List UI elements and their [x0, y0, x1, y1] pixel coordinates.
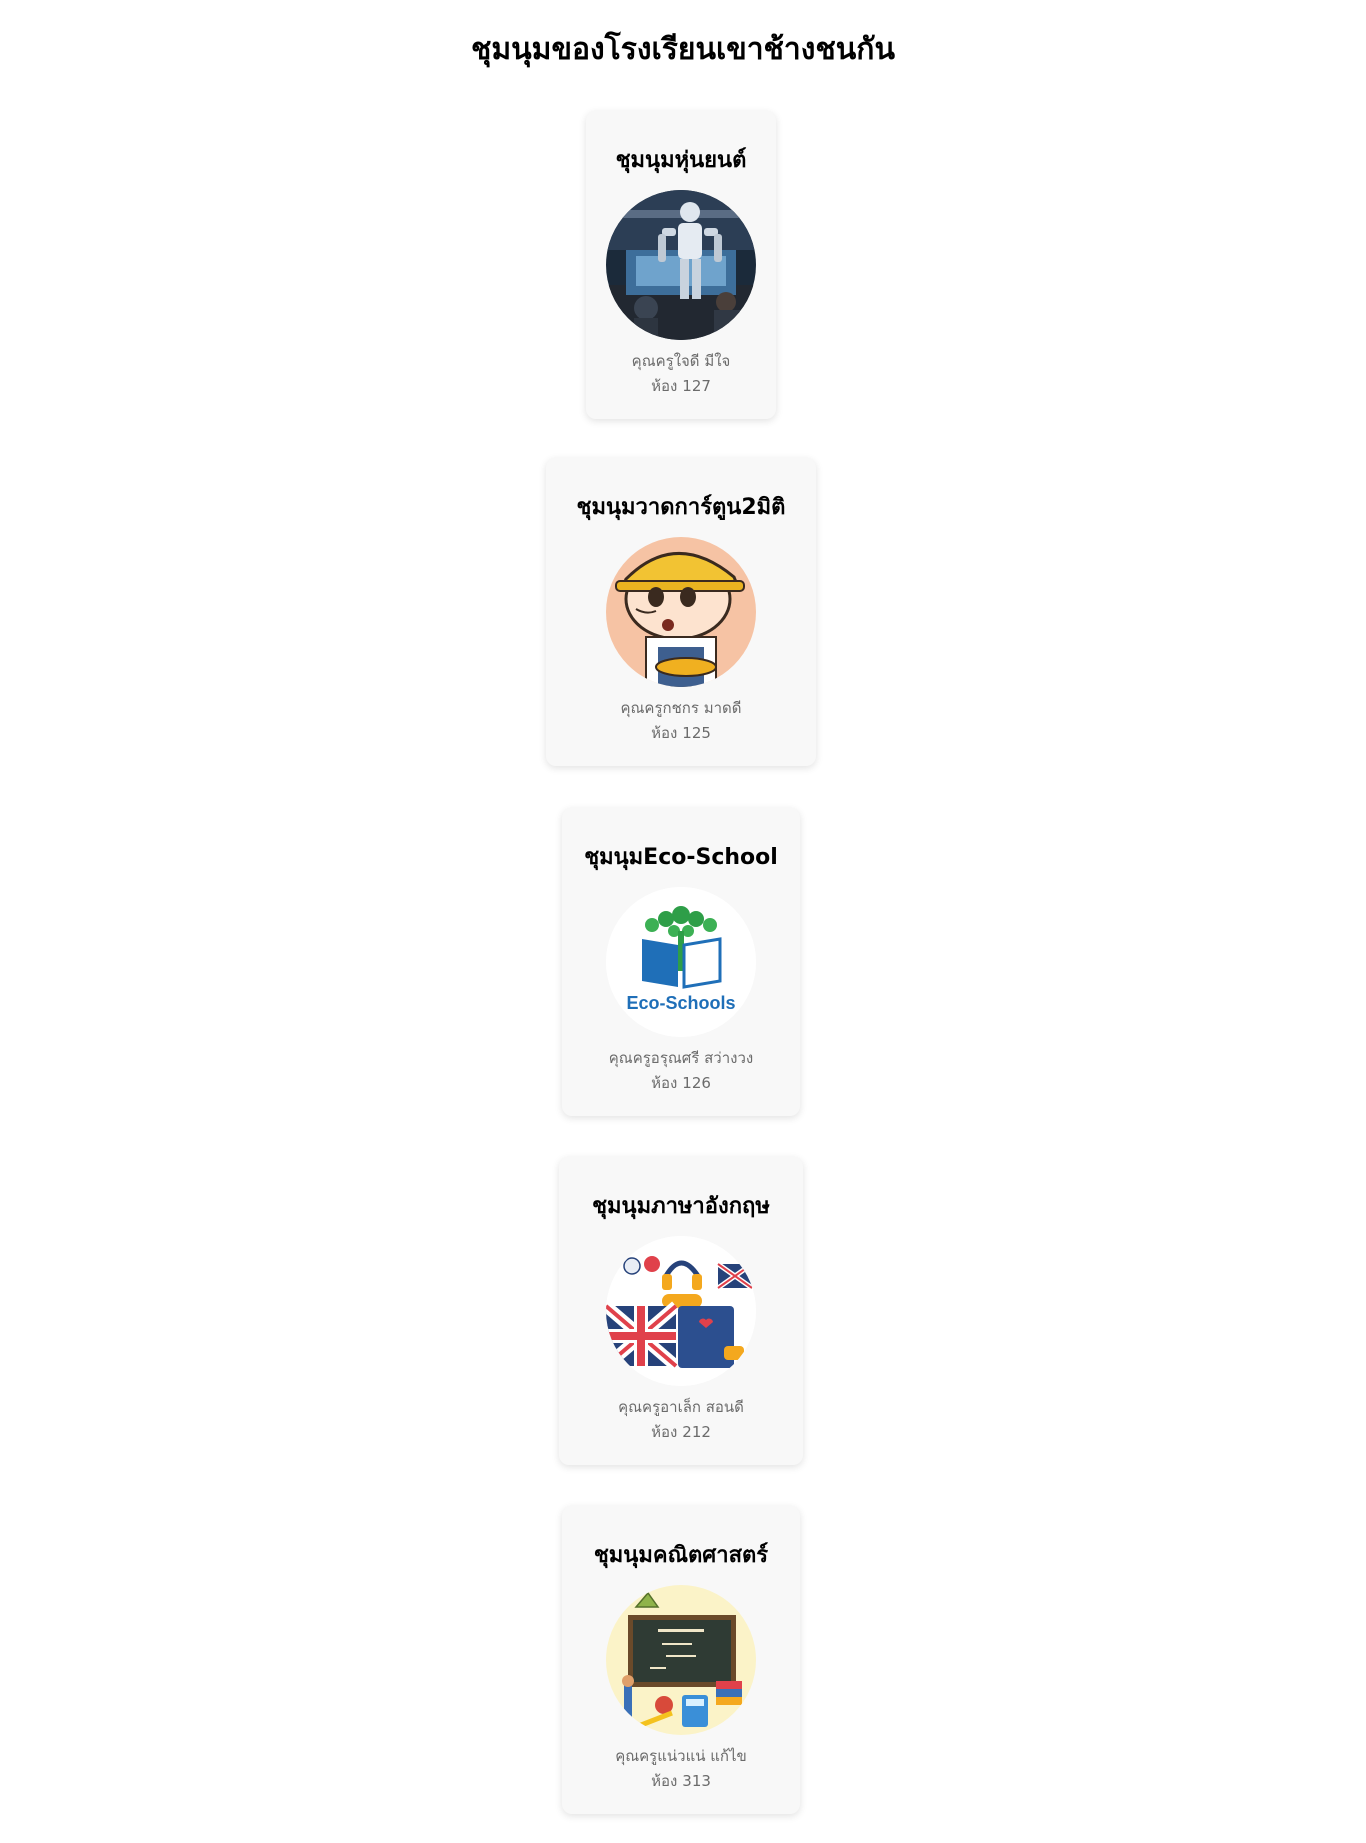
room-number: 125	[682, 724, 711, 742]
club-card-maths[interactable]: ชุมนุมคณิตศาสตร์ คุณครูแน่วแน่ แก้ไข ห้อ…	[562, 1506, 800, 1814]
room-label: ห้อง	[651, 724, 678, 742]
club-teacher: คุณครูอรุณศรี สว่างวง	[608, 1049, 754, 1067]
club-card-eco-school[interactable]: ชุมนุมEco-School Eco-Schools คุณครูอรุณศ…	[562, 808, 800, 1116]
club-room: ห้อง 212	[559, 1422, 803, 1442]
club-card-cartoon[interactable]: ชุมนุมวาดการ์ตูน2มิติ คุณครูกชกร มาดดี ห…	[546, 458, 816, 766]
club-card-english[interactable]: ชุมนุมภาษาอังกฤษ คุณครูอาเล็ก สอนดี ห้อง…	[559, 1157, 803, 1465]
club-teacher: คุณครูอาเล็ก สอนดี	[618, 1398, 744, 1416]
club-name: ชุมนุมคณิตศาสตร์	[593, 1543, 769, 1568]
room-label: ห้อง	[651, 1772, 678, 1790]
eco-schools-logo-icon: Eco-Schools	[606, 887, 756, 1037]
club-room: ห้อง 313	[562, 1771, 800, 1791]
robot-photo-icon	[606, 190, 756, 340]
club-name: ชุมนุมวาดการ์ตูน2มิติ	[576, 495, 786, 520]
club-card-robot[interactable]: ชุมนุมหุ่นยนต์ คุณครูใจดี มีใจ ห้อง 127	[586, 111, 776, 419]
english-learning-icon	[606, 1236, 756, 1386]
room-label: ห้อง	[651, 1074, 678, 1092]
club-teacher: คุณครูใจดี มีใจ	[631, 352, 731, 370]
club-teacher: คุณครูแน่วแน่ แก้ไข	[615, 1747, 747, 1765]
room-number: 126	[682, 1074, 711, 1092]
room-label: ห้อง	[651, 377, 678, 395]
club-room: ห้อง 125	[546, 723, 816, 743]
club-room: ห้อง 126	[562, 1073, 800, 1093]
club-name: ชุมนุมEco-School	[584, 845, 778, 870]
room-number: 212	[682, 1423, 711, 1441]
page: ชุมนุมของโรงเรียนเขาช้างชนกัน ชุมนุมหุ่น…	[0, 0, 1366, 1843]
page-title: ชุมนุมของโรงเรียนเขาช้างชนกัน	[471, 32, 895, 67]
room-label: ห้อง	[651, 1423, 678, 1441]
club-room: ห้อง 127	[586, 376, 776, 396]
cartoon-boy-hardhat-icon	[606, 537, 756, 687]
club-teacher: คุณครูกชกร มาดดี	[620, 699, 742, 717]
club-name: ชุมนุมหุ่นยนต์	[615, 148, 747, 173]
maths-blackboard-icon	[606, 1585, 756, 1735]
room-number: 313	[682, 1772, 711, 1790]
eco-logo-text: Eco-Schools	[626, 993, 735, 1013]
club-name: ชุมนุมภาษาอังกฤษ	[592, 1194, 770, 1219]
room-number: 127	[682, 377, 711, 395]
